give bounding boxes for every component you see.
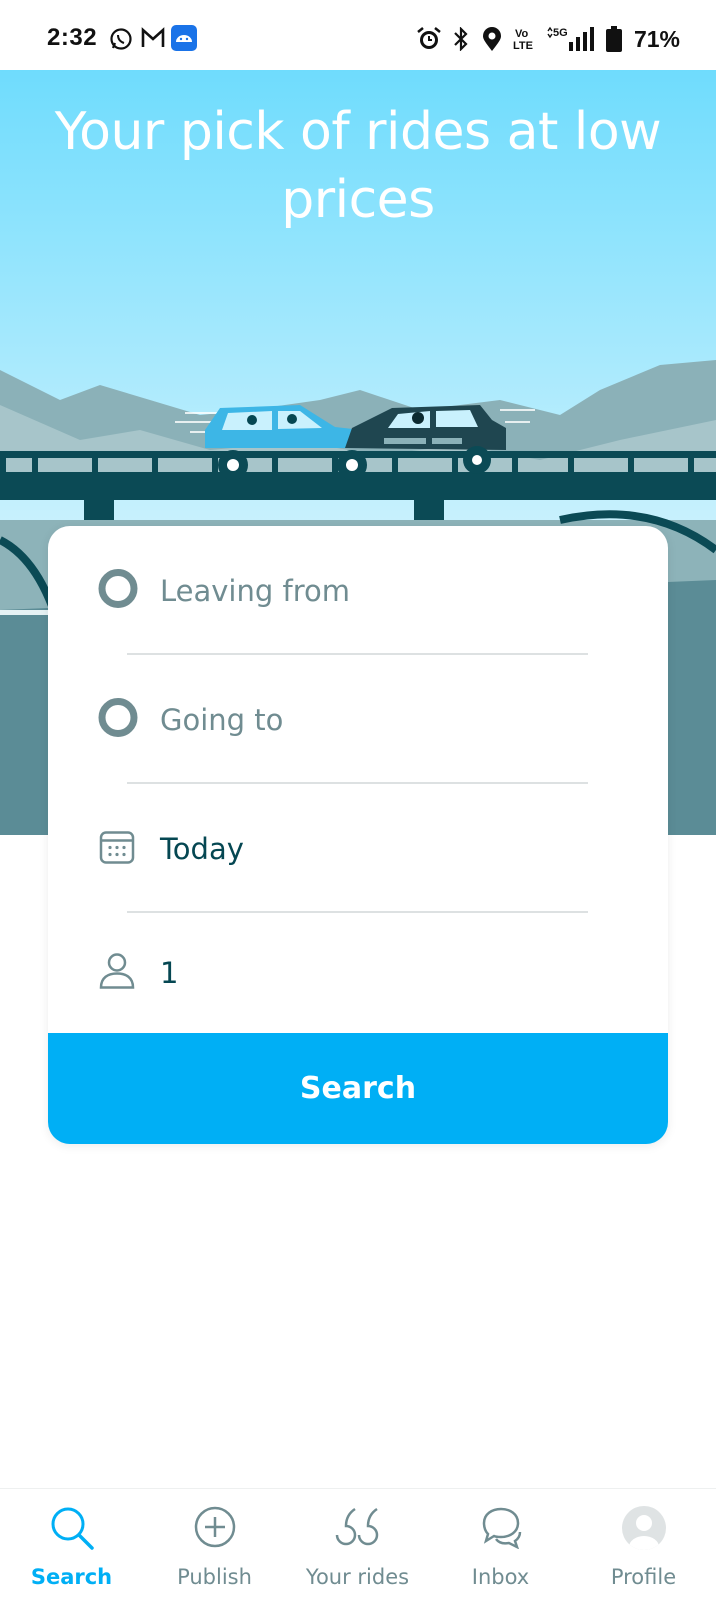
- date-value[interactable]: Today: [160, 832, 244, 866]
- quote-icon: [333, 1505, 383, 1554]
- battery-icon: [606, 26, 622, 57]
- battery-percentage: 71%: [633, 26, 680, 52]
- going-to-field[interactable]: Going to: [48, 655, 668, 784]
- status-bar: 2:32 Vo LTE 5G 71%: [0, 0, 716, 70]
- search-icon: [49, 1505, 95, 1556]
- nav-your-rides[interactable]: Your rides: [286, 1489, 429, 1600]
- bottom-navigation: Search Publish Your rides Inbox Profile: [0, 1488, 716, 1600]
- svg-text:LTE: LTE: [513, 40, 533, 51]
- going-to-input[interactable]: Going to: [160, 703, 283, 737]
- chat-bubbles-icon: [478, 1505, 524, 1554]
- nav-inbox[interactable]: Inbox: [429, 1489, 572, 1600]
- calendar-icon: [98, 827, 136, 870]
- person-icon: [98, 951, 136, 996]
- android-icon: [171, 25, 197, 56]
- alarm-icon: [416, 26, 442, 57]
- search-button[interactable]: Search: [48, 1033, 668, 1144]
- leaving-from-input[interactable]: Leaving from: [160, 574, 350, 608]
- svg-text:Vo: Vo: [515, 28, 529, 40]
- location-icon: [481, 26, 503, 57]
- status-time: 2:32: [47, 24, 98, 51]
- volte-icon: Vo LTE: [513, 27, 539, 56]
- nav-label: Publish: [177, 1565, 252, 1589]
- date-field[interactable]: Today: [48, 784, 668, 913]
- destination-circle-icon: [98, 697, 138, 742]
- whatsapp-icon: [109, 27, 133, 56]
- nav-profile[interactable]: Profile: [572, 1489, 715, 1600]
- search-card: Leaving from Going to Today 1 Search: [48, 526, 668, 1144]
- nav-label: Your rides: [305, 1565, 410, 1589]
- nav-search[interactable]: Search: [0, 1489, 143, 1600]
- passengers-value[interactable]: 1: [160, 956, 178, 990]
- hero-title: Your pick of rides at low prices: [54, 102, 662, 230]
- nav-label: Search: [30, 1565, 113, 1589]
- nav-publish[interactable]: Publish: [143, 1489, 286, 1600]
- plus-circle-icon: [193, 1505, 237, 1554]
- leaving-from-field[interactable]: Leaving from: [48, 526, 668, 655]
- origin-circle-icon: [98, 568, 138, 613]
- nav-label: Profile: [610, 1565, 677, 1589]
- nav-label: Inbox: [471, 1565, 530, 1589]
- svg-text:5G: 5G: [553, 27, 568, 39]
- bluetooth-icon: [453, 26, 469, 56]
- avatar-icon: [621, 1505, 667, 1556]
- gmail-icon: [141, 27, 165, 54]
- signal-5g-icon: 5G: [547, 26, 595, 57]
- passengers-field[interactable]: 1: [48, 913, 668, 1033]
